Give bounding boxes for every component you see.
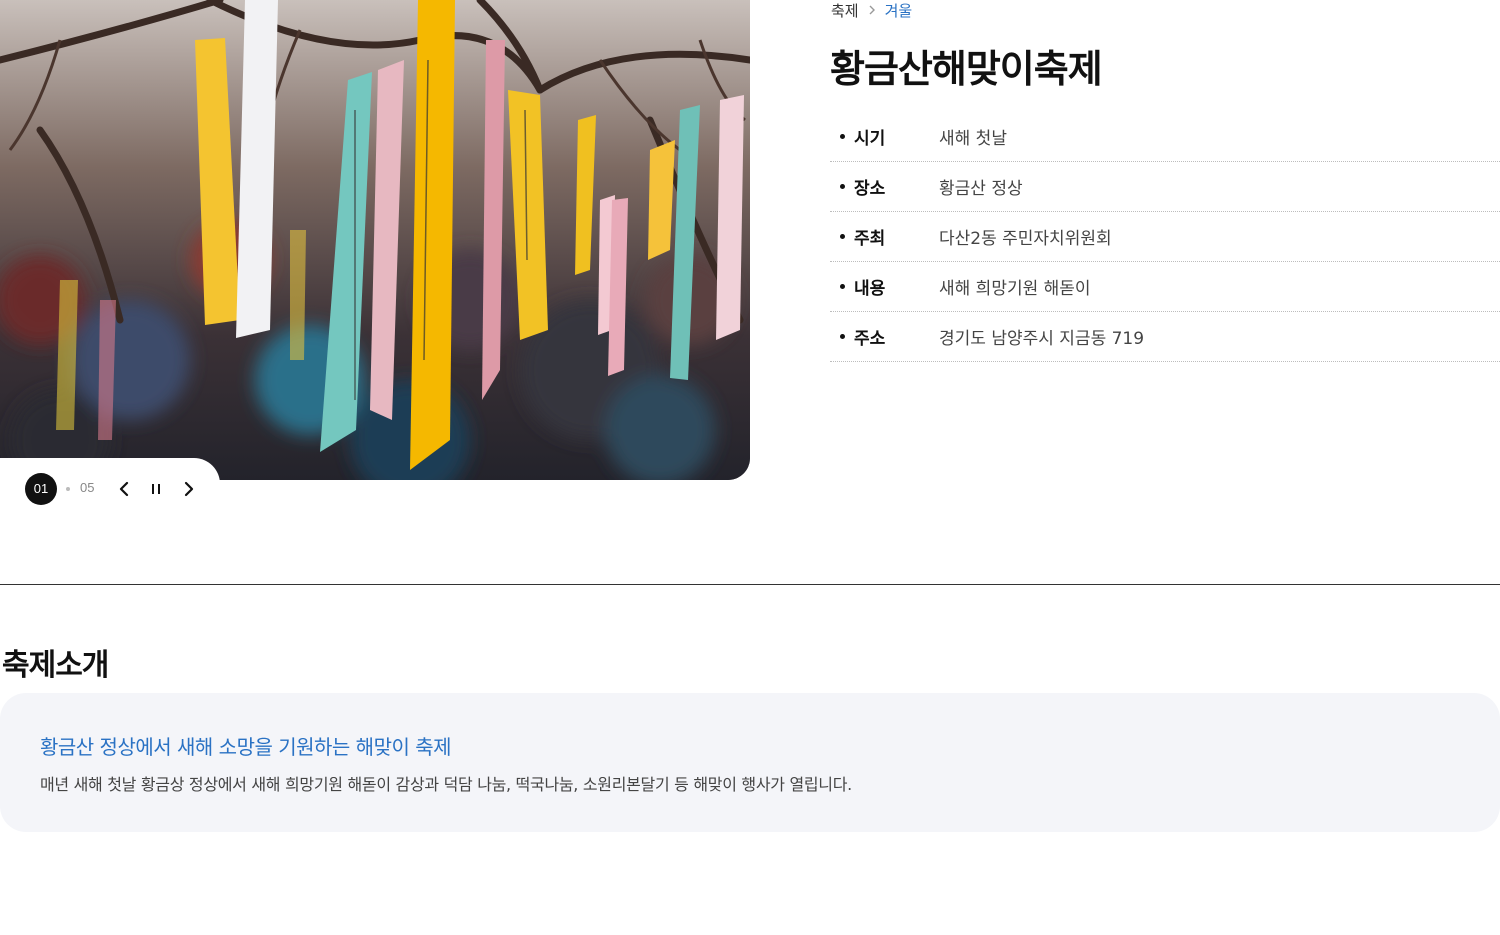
- info-value: 새해 희망기원 해돋이: [939, 279, 1091, 299]
- festival-info-list: 시기 새해 첫날 장소 황금산 정상 주최 다산2동 주민자치위원회 내용 새해…: [830, 112, 1500, 362]
- breadcrumb-parent-link[interactable]: 축제: [831, 0, 859, 21]
- wish-ribbons-photo: [0, 0, 750, 480]
- info-value: 경기도 남양주시 지금동 719: [939, 329, 1145, 349]
- info-row-content: 내용 새해 희망기원 해돋이: [830, 262, 1500, 312]
- info-label: 장소: [854, 179, 886, 199]
- breadcrumb-current-link[interactable]: 겨울: [885, 0, 913, 21]
- info-row-period: 시기 새해 첫날: [830, 112, 1500, 162]
- intro-heading: 황금산 정상에서 새해 소망을 기원하는 해맞이 축제: [40, 735, 452, 759]
- chevron-left-icon: [119, 481, 129, 497]
- bullet-icon: [840, 184, 845, 189]
- slide-total-number: 05: [80, 480, 95, 495]
- pause-slide-button[interactable]: [144, 477, 168, 501]
- bullet-icon: [840, 234, 845, 239]
- section-divider: [0, 584, 1500, 585]
- counter-separator-dot: [66, 487, 70, 491]
- intro-description: 매년 새해 첫날 황금상 정상에서 새해 희망기원 해돋이 감상과 덕담 나눔,…: [40, 775, 852, 794]
- info-label: 주소: [854, 329, 886, 349]
- pause-icon: [152, 484, 160, 494]
- section-title: 축제소개: [2, 648, 109, 683]
- info-value: 새해 첫날: [939, 129, 1007, 149]
- slider-controls: 01 05: [0, 458, 220, 520]
- festival-photo: [0, 0, 750, 480]
- intro-box: 황금산 정상에서 새해 소망을 기원하는 해맞이 축제 매년 새해 첫날 황금상…: [0, 693, 1500, 832]
- next-slide-button[interactable]: [177, 477, 201, 501]
- chevron-right-icon: [184, 481, 194, 497]
- info-value: 다산2동 주민자치위원회: [939, 229, 1112, 249]
- breadcrumb-chevron-icon: [868, 5, 876, 15]
- info-row-address: 주소 경기도 남양주시 지금동 719: [830, 312, 1500, 362]
- bullet-icon: [840, 334, 845, 339]
- slide-current-number: 01: [25, 473, 57, 505]
- info-label: 내용: [854, 279, 886, 299]
- info-row-host: 주최 다산2동 주민자치위원회: [830, 212, 1500, 262]
- info-label: 주최: [854, 229, 886, 249]
- info-label: 시기: [854, 129, 886, 149]
- festival-title: 황금산해맞이축제: [830, 47, 1103, 91]
- info-row-place: 장소 황금산 정상: [830, 162, 1500, 212]
- prev-slide-button[interactable]: [112, 477, 136, 501]
- bullet-icon: [840, 134, 845, 139]
- bullet-icon: [840, 284, 845, 289]
- breadcrumb: 축제 겨울: [831, 0, 912, 20]
- info-value: 황금산 정상: [939, 179, 1023, 199]
